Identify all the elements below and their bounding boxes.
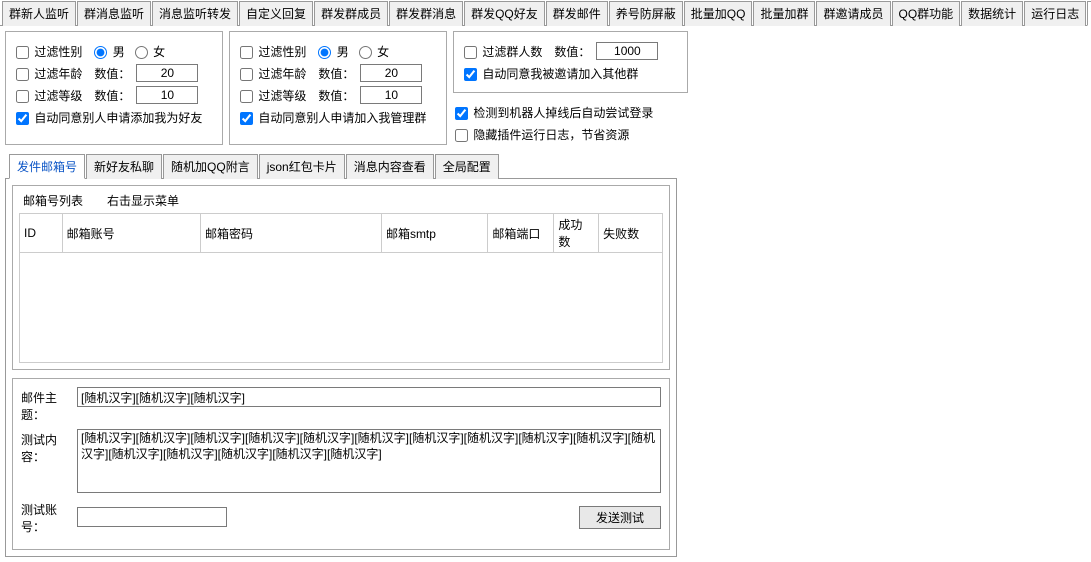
col-3[interactable]: 邮箱smtp <box>381 214 487 253</box>
main-tab-11[interactable]: 群邀请成员 <box>816 1 890 26</box>
right-options: 过滤群人数 数值： 自动同意我被邀请加入其他群 检测到机器人掉线后自动尝试登录 … <box>453 31 688 145</box>
filter-group-1: 过滤性别 男 女 过滤年龄 数值： 过滤等级 数值： 自动同意别人申请添加我为好… <box>5 31 223 145</box>
main-tab-8[interactable]: 养号防屏蔽 <box>609 1 683 26</box>
main-tab-3[interactable]: 自定义回复 <box>239 1 313 26</box>
main-tab-0[interactable]: 群新人监听 <box>2 1 76 26</box>
main-tab-13[interactable]: 数据统计 <box>961 1 1023 26</box>
filter1-age[interactable]: 过滤年龄 <box>16 65 82 82</box>
main-tab-14[interactable]: 运行日志 <box>1024 1 1086 26</box>
auto-join[interactable]: 自动同意我被邀请加入其他群 <box>464 65 638 82</box>
filter2-level[interactable]: 过滤等级 <box>240 87 306 104</box>
sub-tab-0[interactable]: 发件邮箱号 <box>9 154 85 179</box>
mailbox-table-body[interactable] <box>19 253 663 363</box>
filter-groupcount-input[interactable] <box>596 42 658 60</box>
main-tab-2[interactable]: 消息监听转发 <box>152 1 238 26</box>
filter1-sex-female[interactable]: 女 <box>135 43 165 60</box>
col-0[interactable]: ID <box>20 214 63 253</box>
filter-groupcount-numlabel: 数值： <box>554 43 590 60</box>
sub-tab-5[interactable]: 全局配置 <box>435 154 499 179</box>
filter2-auto[interactable]: 自动同意别人申请加入我管理群 <box>240 109 426 126</box>
sub-panel: 邮箱号列表 右击显示菜单 ID邮箱账号邮箱密码邮箱smtp邮箱端口成功数失败数 … <box>5 178 677 557</box>
auto-login[interactable]: 检测到机器人掉线后自动尝试登录 <box>455 104 653 121</box>
filter-group-2: 过滤性别 男 女 过滤年龄 数值： 过滤等级 数值： 自动同意别人申请加入我管理… <box>229 31 447 145</box>
mail-form: 邮件主题： 测试内容： 测试账号： 发送测试 <box>12 378 670 550</box>
main-tab-12[interactable]: QQ群功能 <box>892 1 961 26</box>
send-test-button[interactable]: 发送测试 <box>579 506 661 529</box>
mailbox-list-title: 邮箱号列表 右击显示菜单 <box>23 192 663 209</box>
sub-tab-4[interactable]: 消息内容查看 <box>346 154 434 179</box>
filter2-age-input[interactable] <box>360 64 422 82</box>
main-tab-7[interactable]: 群发邮件 <box>546 1 608 26</box>
filter2-sex-female[interactable]: 女 <box>359 43 389 60</box>
filter2-level-numlabel: 数值： <box>318 87 354 104</box>
filter1-level[interactable]: 过滤等级 <box>16 87 82 104</box>
main-tab-15[interactable]: 授权及配置 <box>1087 1 1091 26</box>
subject-label: 邮件主题： <box>21 387 77 423</box>
col-4[interactable]: 邮箱端口 <box>488 214 554 253</box>
col-2[interactable]: 邮箱密码 <box>200 214 381 253</box>
main-tab-1[interactable]: 群消息监听 <box>77 1 151 26</box>
col-1[interactable]: 邮箱账号 <box>62 214 200 253</box>
main-tab-6[interactable]: 群发QQ好友 <box>464 1 545 26</box>
sub-tab-1[interactable]: 新好友私聊 <box>86 154 162 179</box>
filter2-sex[interactable]: 过滤性别 <box>240 43 306 60</box>
filter2-sex-male[interactable]: 男 <box>318 43 348 60</box>
content-textarea[interactable] <box>77 429 661 493</box>
mailbox-table: ID邮箱账号邮箱密码邮箱smtp邮箱端口成功数失败数 <box>19 213 663 253</box>
sub-tab-3[interactable]: json红包卡片 <box>259 154 345 179</box>
mailbox-list-box: 邮箱号列表 右击显示菜单 ID邮箱账号邮箱密码邮箱smtp邮箱端口成功数失败数 <box>12 185 670 370</box>
subject-input[interactable] <box>77 387 661 407</box>
col-5[interactable]: 成功数 <box>554 214 599 253</box>
filter1-sex[interactable]: 过滤性别 <box>16 43 82 60</box>
filter-groupcount[interactable]: 过滤群人数 <box>464 43 542 60</box>
main-tab-5[interactable]: 群发群消息 <box>389 1 463 26</box>
content-label: 测试内容： <box>21 429 77 465</box>
sub-tab-2[interactable]: 随机加QQ附言 <box>163 154 258 179</box>
filter1-level-numlabel: 数值： <box>94 87 130 104</box>
filter2-age-numlabel: 数值： <box>318 65 354 82</box>
main-tab-9[interactable]: 批量加QQ <box>684 1 753 26</box>
filter1-level-input[interactable] <box>136 86 198 104</box>
filter2-age[interactable]: 过滤年龄 <box>240 65 306 82</box>
filter1-sex-male[interactable]: 男 <box>94 43 124 60</box>
main-tab-10[interactable]: 批量加群 <box>753 1 815 26</box>
filter1-age-input[interactable] <box>136 64 198 82</box>
filter1-age-numlabel: 数值： <box>94 65 130 82</box>
account-label: 测试账号： <box>21 499 77 535</box>
main-tab-4[interactable]: 群发群成员 <box>314 1 388 26</box>
col-6[interactable]: 失败数 <box>599 214 663 253</box>
account-input[interactable] <box>77 507 227 527</box>
filter1-auto[interactable]: 自动同意别人申请添加我为好友 <box>16 109 202 126</box>
filter2-level-input[interactable] <box>360 86 422 104</box>
hide-log[interactable]: 隐藏插件运行日志，节省资源 <box>455 126 629 143</box>
